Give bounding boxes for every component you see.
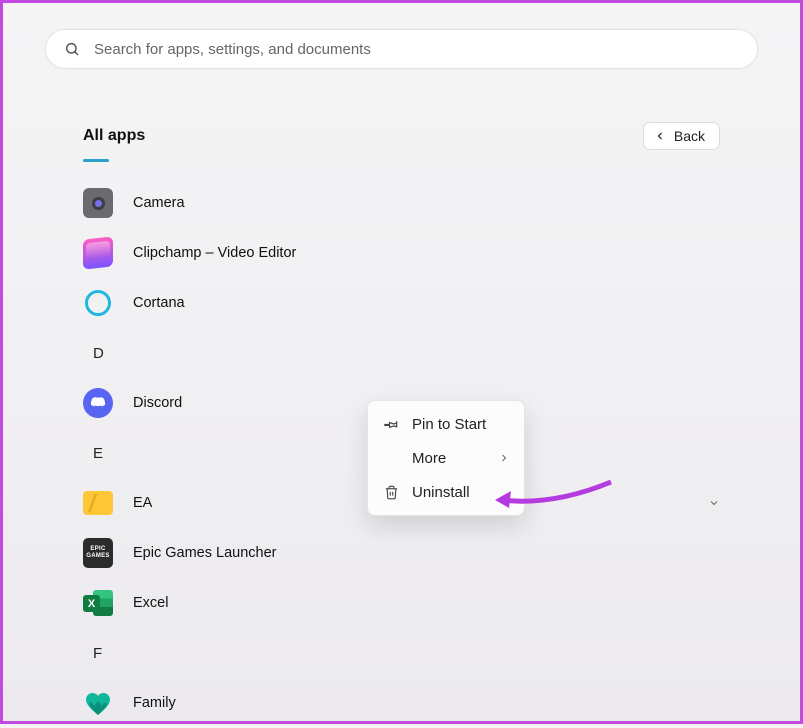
context-menu: Pin to Start More Uninstall xyxy=(367,400,525,516)
blank-icon xyxy=(382,449,400,467)
pin-icon xyxy=(382,415,400,433)
app-item-excel[interactable]: X Excel xyxy=(83,578,720,628)
app-label: Discord xyxy=(133,395,182,411)
letter-header-f[interactable]: F xyxy=(83,628,720,678)
camera-icon xyxy=(83,188,113,218)
chevron-down-icon xyxy=(708,497,720,509)
cortana-icon xyxy=(85,290,111,316)
search-bar[interactable] xyxy=(45,29,758,69)
app-item-epic[interactable]: EPIC GAMES Epic Games Launcher xyxy=(83,528,720,578)
excel-icon: X xyxy=(83,588,113,618)
letter-label: F xyxy=(93,645,102,662)
letter-label: D xyxy=(93,345,104,362)
context-item-label: Pin to Start xyxy=(412,416,486,433)
app-label: EA xyxy=(133,495,152,511)
letter-label: E xyxy=(93,445,103,462)
all-apps-header: All apps Back xyxy=(83,122,720,150)
app-label: Camera xyxy=(133,195,185,211)
folder-icon xyxy=(83,491,113,515)
page-title: All apps xyxy=(83,127,145,145)
app-label: Cortana xyxy=(133,295,185,311)
discord-icon xyxy=(83,388,113,418)
search-input[interactable] xyxy=(94,41,739,58)
context-pin-to-start[interactable]: Pin to Start xyxy=(374,407,518,441)
trash-icon xyxy=(382,483,400,501)
app-label: Excel xyxy=(133,595,168,611)
app-item-clipchamp[interactable]: Clipchamp – Video Editor xyxy=(83,228,720,278)
app-item-cortana[interactable]: Cortana xyxy=(83,278,720,328)
epic-games-icon: EPIC GAMES xyxy=(83,538,113,568)
context-item-label: Uninstall xyxy=(412,484,470,501)
search-icon xyxy=(64,41,80,57)
chevron-right-icon xyxy=(498,452,510,464)
app-label: Family xyxy=(133,695,176,711)
app-label: Clipchamp – Video Editor xyxy=(133,245,296,261)
app-item-family[interactable]: Family xyxy=(83,678,720,728)
letter-header-d[interactable]: D xyxy=(83,328,720,378)
title-underline xyxy=(83,159,109,162)
chevron-left-icon xyxy=(654,130,666,142)
app-item-camera[interactable]: Camera xyxy=(83,178,720,228)
back-button[interactable]: Back xyxy=(643,122,720,150)
back-button-label: Back xyxy=(674,128,705,144)
clipchamp-icon xyxy=(83,236,113,269)
context-uninstall[interactable]: Uninstall xyxy=(374,475,518,509)
context-item-label: More xyxy=(412,450,446,467)
app-label: Epic Games Launcher xyxy=(133,545,276,561)
context-more[interactable]: More xyxy=(374,441,518,475)
family-icon xyxy=(83,690,113,716)
